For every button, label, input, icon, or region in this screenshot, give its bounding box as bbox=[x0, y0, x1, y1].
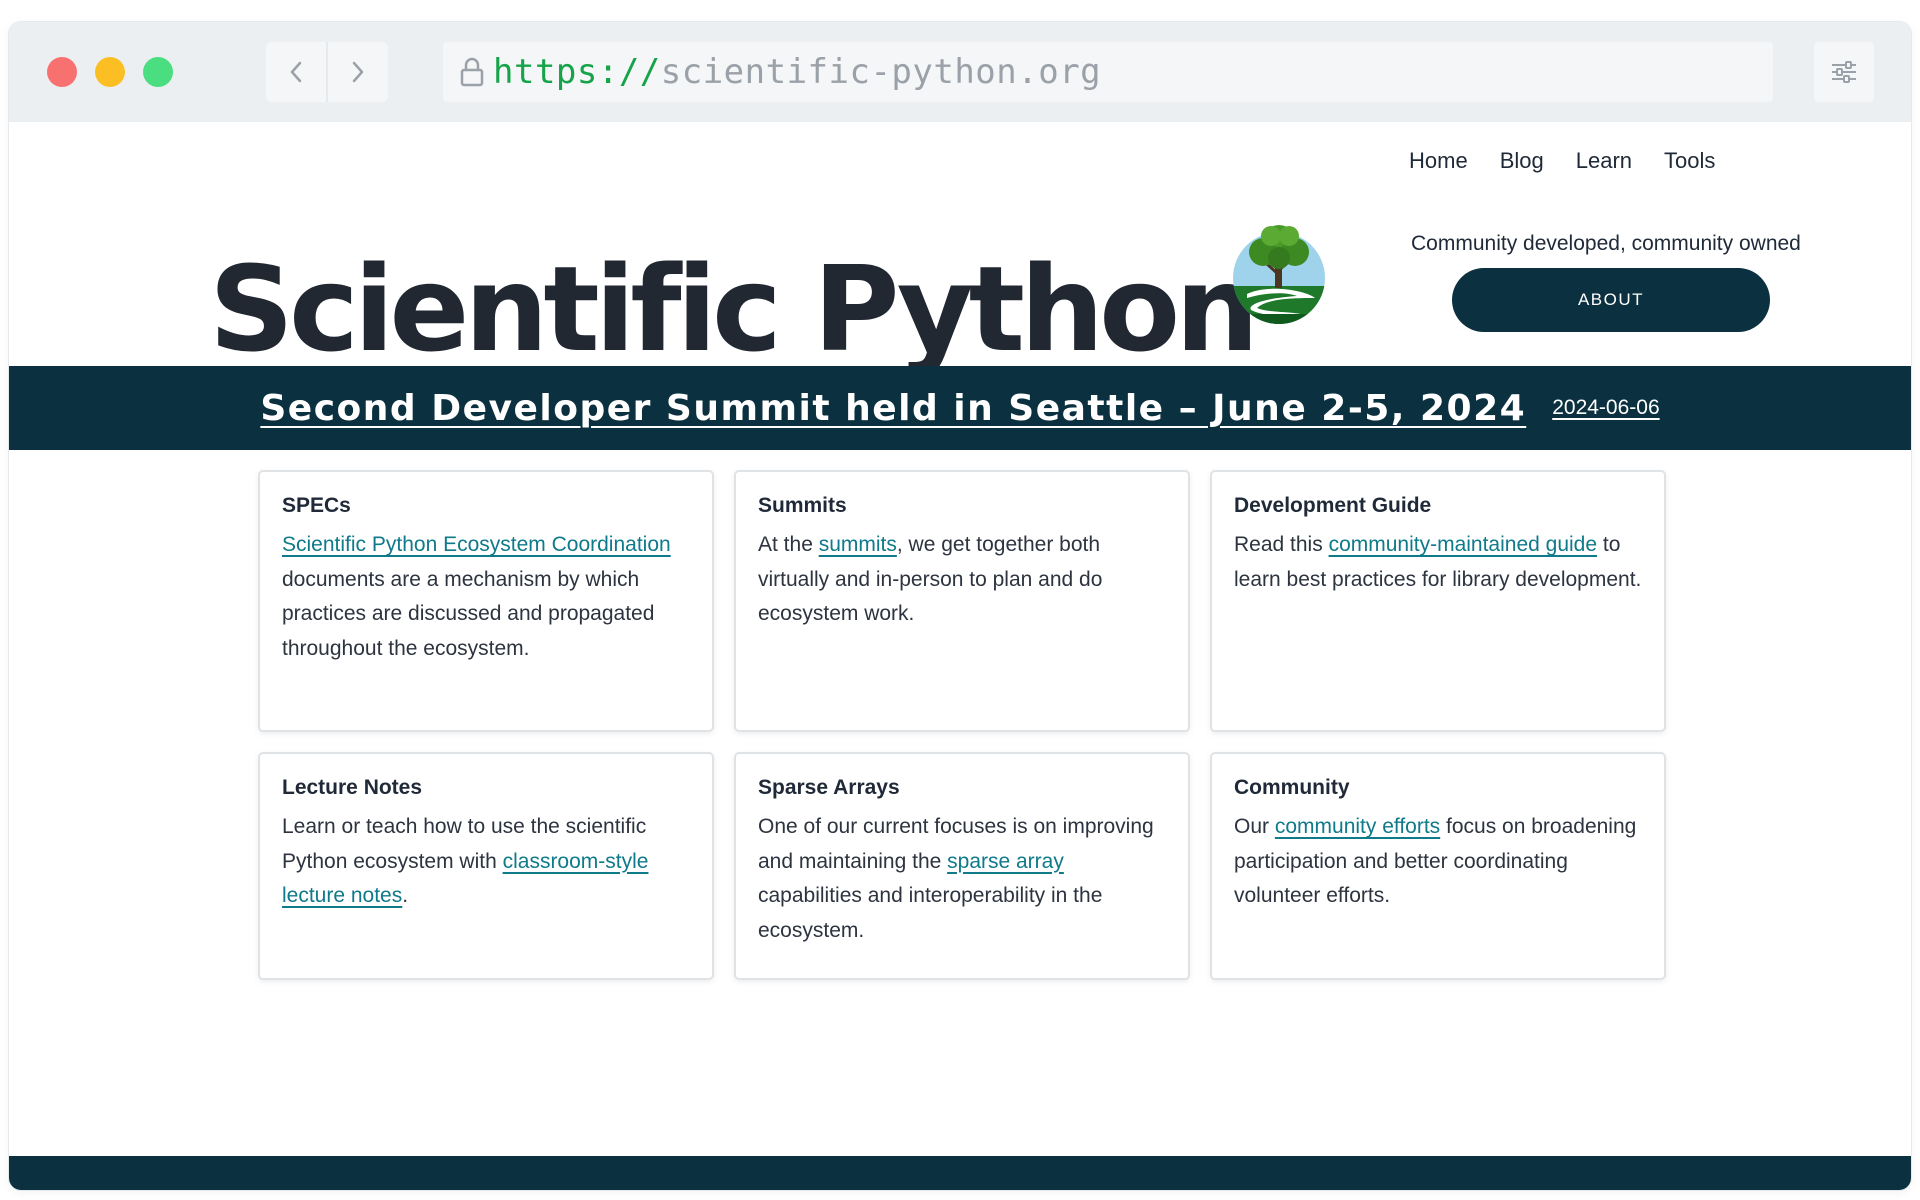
maximize-window-button[interactable] bbox=[143, 57, 173, 87]
chevron-left-icon bbox=[290, 61, 302, 83]
card-title: Community bbox=[1234, 776, 1350, 799]
card-specs: SPECs Scientific Python Ecosystem Coordi… bbox=[258, 470, 714, 732]
sliders-icon bbox=[1832, 61, 1856, 83]
url-scheme: https:// bbox=[493, 52, 661, 92]
back-button[interactable] bbox=[266, 42, 326, 102]
announcement-link[interactable]: Second Developer Summit held in Seattle … bbox=[260, 388, 1526, 429]
card-text: capabilities and interoperability in the… bbox=[758, 884, 1103, 942]
card-link[interactable]: community efforts bbox=[1275, 815, 1440, 838]
card-link[interactable]: summits bbox=[819, 533, 897, 556]
card-text: Our bbox=[1234, 815, 1275, 838]
card-sparse-arrays: Sparse Arrays One of our current focuses… bbox=[734, 752, 1190, 980]
url-text: https://scientific-python.org bbox=[493, 52, 1101, 92]
page-content: Home Blog Learn Tools Scientific Python bbox=[9, 122, 1911, 1190]
card-link[interactable]: Scientific Python Ecosystem Coordination bbox=[282, 533, 671, 556]
page-footer bbox=[9, 1156, 1911, 1190]
card-text: . bbox=[402, 884, 409, 907]
card-development-guide: Development Guide Read this community-ma… bbox=[1210, 470, 1666, 732]
close-window-button[interactable] bbox=[47, 57, 77, 87]
main-nav: Home Blog Learn Tools bbox=[1409, 148, 1747, 174]
card-body: Our community efforts focus on broadenin… bbox=[1234, 810, 1642, 914]
card-title: Lecture Notes bbox=[282, 776, 423, 799]
card-body: One of our current focuses is on improvi… bbox=[758, 810, 1166, 948]
card-title: Summits bbox=[758, 494, 847, 517]
nav-learn[interactable]: Learn bbox=[1576, 148, 1632, 174]
card-body: Learn or teach how to use the scientific… bbox=[282, 810, 690, 914]
tagline: Community developed, community owned bbox=[1411, 232, 1801, 255]
card-link[interactable]: sparse array bbox=[947, 850, 1064, 873]
card-summits: Summits At the summits, we get together … bbox=[734, 470, 1190, 732]
announcement-date[interactable]: 2024-06-06 bbox=[1552, 396, 1659, 420]
tree-logo-icon bbox=[1233, 225, 1325, 324]
lock-icon bbox=[457, 55, 487, 89]
forward-button[interactable] bbox=[326, 42, 388, 102]
card-lecture-notes: Lecture Notes Learn or teach how to use … bbox=[258, 752, 714, 980]
card-body: At the summits, we get together both vir… bbox=[758, 528, 1166, 632]
nav-blog[interactable]: Blog bbox=[1500, 148, 1544, 174]
address-bar[interactable]: https://scientific-python.org bbox=[443, 42, 1773, 102]
card-title: Development Guide bbox=[1234, 494, 1432, 517]
url-host: scientific-python.org bbox=[660, 52, 1102, 92]
card-title: SPECs bbox=[282, 494, 351, 517]
card-body: Read this community-maintained guide to … bbox=[1234, 528, 1642, 597]
card-title: Sparse Arrays bbox=[758, 776, 900, 799]
minimize-window-button[interactable] bbox=[95, 57, 125, 87]
card-text: documents are a mechanism by which pract… bbox=[282, 567, 655, 660]
card-community: Community Our community efforts focus on… bbox=[1210, 752, 1666, 980]
settings-button[interactable] bbox=[1814, 42, 1874, 102]
browser-window: https://scientific-python.org Home Blog … bbox=[9, 22, 1911, 1190]
history-buttons bbox=[266, 42, 388, 102]
nav-tools[interactable]: Tools bbox=[1664, 148, 1715, 174]
card-link[interactable]: community-maintained guide bbox=[1329, 533, 1597, 556]
browser-toolbar: https://scientific-python.org bbox=[9, 22, 1911, 122]
about-button[interactable]: ABOUT bbox=[1452, 268, 1770, 332]
chevron-right-icon bbox=[352, 61, 364, 83]
nav-home[interactable]: Home bbox=[1409, 148, 1468, 174]
announcement-banner: Second Developer Summit held in Seattle … bbox=[9, 366, 1911, 450]
card-text: At the bbox=[758, 533, 819, 556]
feature-cards: SPECs Scientific Python Ecosystem Coordi… bbox=[258, 470, 1666, 980]
card-body: Scientific Python Ecosystem Coordination… bbox=[282, 528, 690, 666]
site-title[interactable]: Scientific Python bbox=[209, 250, 1259, 368]
card-text: Read this bbox=[1234, 533, 1329, 556]
